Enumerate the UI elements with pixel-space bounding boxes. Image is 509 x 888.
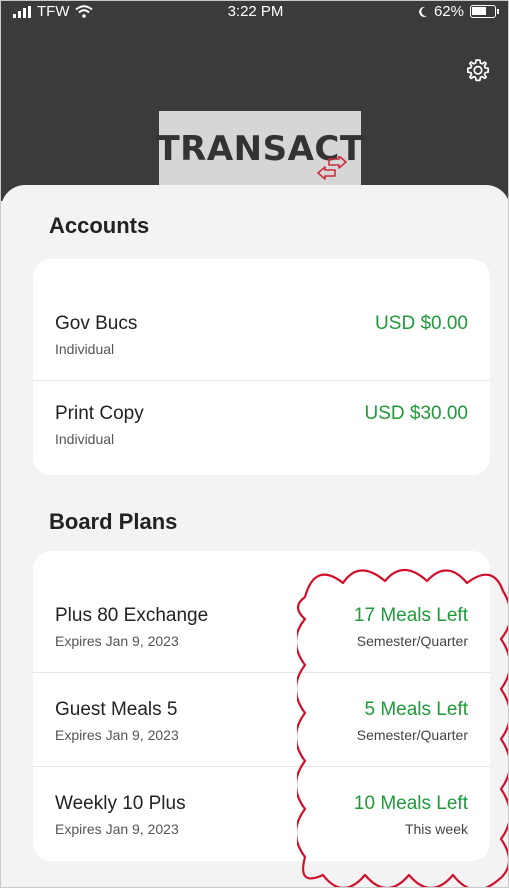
account-row[interactable]: Gov Bucs Individual USD $0.00 — [33, 259, 490, 381]
account-row[interactable]: Print Copy Individual USD $30.00 — [33, 381, 490, 475]
transact-logo: TRANSACT — [156, 111, 363, 191]
gear-icon[interactable] — [464, 56, 492, 84]
board-plan-row[interactable]: Guest Meals 5 Expires Jan 9, 2023 5 Meal… — [33, 673, 490, 767]
plan-expiry: Expires Jan 9, 2023 — [55, 727, 179, 743]
battery-icon — [470, 5, 499, 18]
status-right: 62% — [418, 3, 499, 20]
accounts-card: Gov Bucs Individual USD $0.00 Print Copy… — [33, 259, 490, 475]
plan-name: Weekly 10 Plus — [55, 793, 186, 814]
plan-meals-left: 5 Meals Left — [364, 699, 469, 720]
arrows-icon — [317, 156, 347, 180]
status-bar: TFW 3:22 PM 62% — [1, 1, 508, 31]
content-sheet: Accounts Gov Bucs Individual USD $0.00 P… — [1, 185, 508, 887]
moon-icon — [419, 6, 427, 17]
plan-name: Plus 80 Exchange — [55, 605, 209, 626]
account-balance: USD $0.00 — [375, 313, 468, 334]
plan-meals-left: 10 Meals Left — [353, 793, 468, 814]
app-screen: TFW 3:22 PM 62% TRANSACT Accounts Gov Bu… — [0, 0, 509, 888]
battery-percent: 62% — [433, 3, 464, 20]
plan-period: Semester/Quarter — [356, 633, 468, 649]
plan-period: Semester/Quarter — [356, 727, 468, 743]
plan-expiry: Expires Jan 9, 2023 — [55, 821, 179, 837]
header: TFW 3:22 PM 62% TRANSACT — [1, 1, 508, 201]
plan-name: Guest Meals 5 — [55, 699, 178, 720]
account-balance: USD $30.00 — [364, 403, 468, 424]
plan-period: This week — [404, 821, 468, 837]
accounts-title: Accounts — [49, 213, 150, 238]
account-name: Print Copy — [55, 403, 144, 424]
plan-meals-left: 17 Meals Left — [353, 605, 468, 626]
account-name: Gov Bucs — [55, 313, 138, 334]
plan-expiry: Expires Jan 9, 2023 — [55, 633, 179, 649]
account-type: Individual — [55, 431, 115, 447]
account-type: Individual — [55, 341, 115, 357]
board-plans-card: Plus 80 Exchange Expires Jan 9, 2023 17 … — [33, 551, 490, 861]
board-plan-row[interactable]: Weekly 10 Plus Expires Jan 9, 2023 10 Me… — [33, 767, 490, 861]
board-plan-row[interactable]: Plus 80 Exchange Expires Jan 9, 2023 17 … — [33, 551, 490, 673]
board-plans-title: Board Plans — [49, 509, 178, 534]
